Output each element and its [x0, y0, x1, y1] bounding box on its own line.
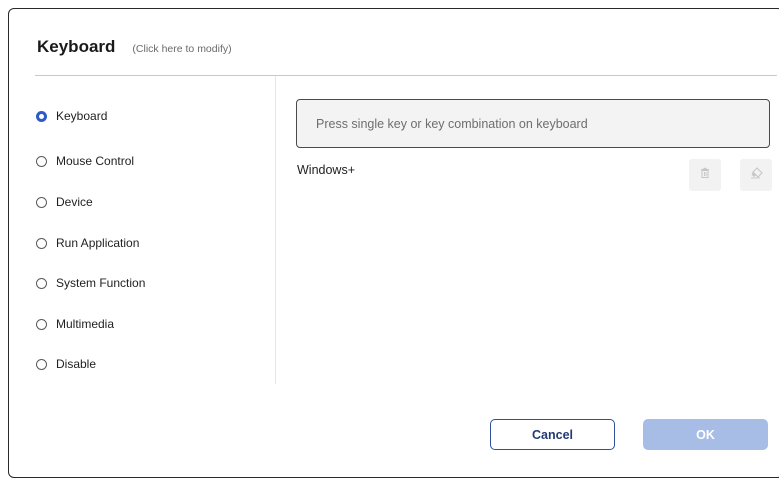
radio-unchecked-icon[interactable]	[36, 358, 47, 370]
delete-button[interactable]	[689, 159, 721, 191]
option-multimedia[interactable]: Multimedia	[35, 314, 114, 334]
option-system-function[interactable]: System Function	[35, 273, 145, 293]
current-combination: Windows+	[297, 163, 356, 177]
trash-icon	[699, 166, 711, 184]
dialog-header: Keyboard (Click here to modify)	[37, 37, 232, 57]
radio-unchecked-icon[interactable]	[36, 155, 47, 167]
eraser-icon	[750, 166, 763, 184]
key-combination-input[interactable]: Press single key or key combination on k…	[296, 99, 770, 148]
ok-button[interactable]: OK	[643, 419, 768, 450]
option-device[interactable]: Device	[35, 192, 93, 212]
radio-unchecked-icon[interactable]	[36, 277, 47, 289]
option-disable[interactable]: Disable	[35, 354, 96, 374]
option-run-application[interactable]: Run Application	[35, 233, 139, 253]
radio-unchecked-icon[interactable]	[36, 318, 47, 330]
cancel-button[interactable]: Cancel	[490, 419, 615, 450]
panel-divider	[275, 76, 276, 384]
function-type-list: Keyboard Mouse Control Device Run Applic…	[35, 76, 275, 384]
option-label: Mouse Control	[56, 154, 135, 168]
modify-title-link[interactable]: (Click here to modify)	[132, 43, 231, 55]
radio-checked-icon[interactable]	[36, 110, 47, 122]
radio-unchecked-icon[interactable]	[36, 237, 47, 249]
option-label: Disable	[56, 357, 97, 371]
option-label: Keyboard	[56, 109, 108, 123]
option-label: System Function	[56, 276, 146, 290]
option-label: Device	[56, 195, 93, 209]
keyboard-settings-dialog: Keyboard (Click here to modify) Keyboard…	[8, 8, 779, 478]
option-keyboard[interactable]: Keyboard	[35, 106, 107, 126]
option-mouse-control[interactable]: Mouse Control	[35, 151, 134, 171]
option-label: Multimedia	[56, 317, 115, 331]
clear-button[interactable]	[740, 159, 772, 191]
radio-unchecked-icon[interactable]	[36, 196, 47, 208]
dialog-title: Keyboard	[37, 37, 116, 56]
option-label: Run Application	[56, 236, 140, 250]
